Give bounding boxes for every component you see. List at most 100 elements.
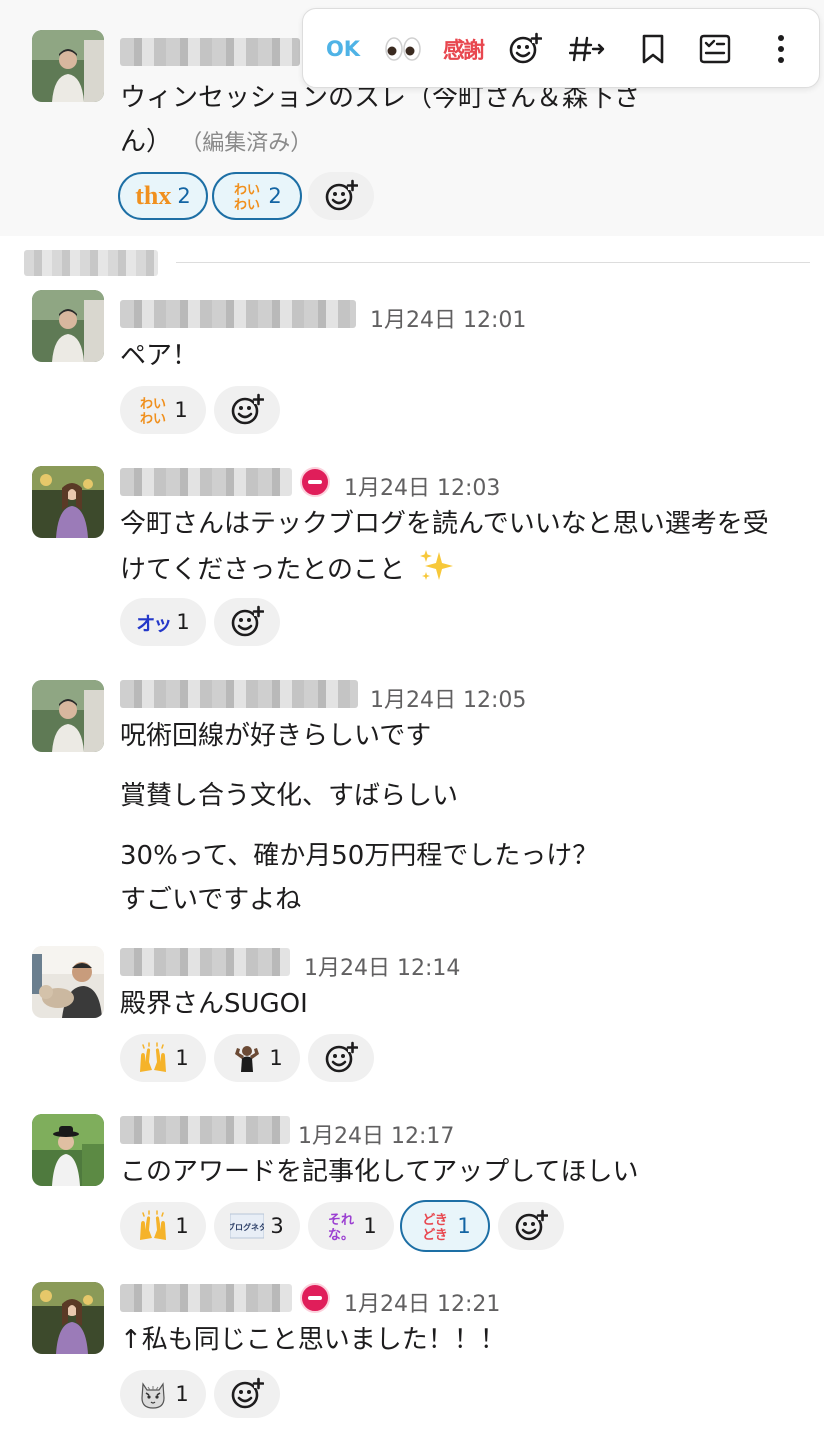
timestamp[interactable]: 1月24日 12:14 xyxy=(304,950,460,982)
avatar[interactable] xyxy=(32,1114,104,1186)
reply-in-channel-button[interactable] xyxy=(561,23,613,75)
add-reaction-button[interactable] xyxy=(214,598,280,646)
sender-name-blurred[interactable] xyxy=(120,680,358,708)
add-reaction-button[interactable] xyxy=(498,1202,564,1250)
cat-emoji xyxy=(141,1382,165,1409)
do-not-disturb-icon xyxy=(300,1283,330,1313)
reaction-count: 1 xyxy=(457,1214,471,1238)
message-text: ↑私も同じこと思いました！！！ xyxy=(120,1325,506,1355)
add-reaction-icon xyxy=(231,1377,264,1409)
message-actions-toolbar: OK 感謝 xyxy=(302,8,820,88)
avatar[interactable] xyxy=(32,290,104,362)
date-divider-label-blurred xyxy=(24,250,158,276)
add-task-icon xyxy=(699,34,731,64)
svg-text:わい: わい xyxy=(234,183,260,198)
message-text-line-1: 呪術回線が好きらしいです xyxy=(120,721,432,751)
timestamp[interactable]: 1月24日 12:03 xyxy=(344,470,500,502)
edited-label: （編集済み） xyxy=(180,131,313,156)
avatar-man-icon xyxy=(32,290,104,362)
waiwai-emoji-glyph: わい わい xyxy=(140,397,166,426)
waiwai-emoji: わい わい xyxy=(232,180,262,212)
avatar[interactable] xyxy=(32,30,104,102)
avatar-woman-icon xyxy=(32,1282,104,1354)
svg-text:な。: な。 xyxy=(328,1228,354,1242)
add-reaction-button[interactable] xyxy=(214,386,280,434)
svg-text:わい: わい xyxy=(140,397,166,412)
reaction-otsu[interactable]: オッ 1 xyxy=(120,598,206,646)
eyes-emoji xyxy=(385,37,421,61)
timestamp[interactable]: 1月24日 12:17 xyxy=(298,1118,454,1150)
message-text-line-2: けてくださったとのこと xyxy=(120,546,457,592)
sender-name-blurred[interactable] xyxy=(120,300,356,328)
svg-text:ブログネタ: ブログネタ xyxy=(230,1222,264,1232)
reaction-sorena[interactable]: それ な。 1 xyxy=(308,1202,394,1250)
svg-text:わい: わい xyxy=(234,198,260,212)
add-reaction-button[interactable] xyxy=(214,1370,280,1418)
reaction-raised-hands[interactable]: 1 xyxy=(120,1202,206,1250)
timestamp[interactable]: 1月24日 12:05 xyxy=(370,682,526,714)
bookmark-icon xyxy=(642,34,664,64)
add-reaction-icon xyxy=(325,1041,358,1073)
sender-name-blurred[interactable] xyxy=(120,468,292,496)
sender-name-blurred[interactable] xyxy=(120,38,300,66)
avatar[interactable] xyxy=(32,466,104,538)
reaction-dokidoki[interactable]: どき どき 1 xyxy=(400,1200,490,1252)
message-text-line-4: すごいですよね xyxy=(120,885,302,915)
message-text: 殿界さんSUGOI xyxy=(120,989,308,1019)
add-task-button[interactable] xyxy=(689,23,741,75)
sparkles-emoji xyxy=(420,550,454,580)
bookmark-button[interactable] xyxy=(627,23,679,75)
reaction-blog-neta[interactable]: ブログネタ 3 xyxy=(214,1202,300,1250)
dokidoki-emoji: どき どき xyxy=(423,1213,449,1242)
reaction-waiwai[interactable]: わい わい 1 xyxy=(120,386,206,434)
avatar-man-icon xyxy=(32,680,104,752)
reaction-count: 2 xyxy=(177,184,191,208)
reaction-waiwai[interactable]: わい わい 2 xyxy=(212,172,302,220)
reaction-count: 1 xyxy=(175,1046,189,1070)
avatar[interactable] xyxy=(32,1282,104,1354)
add-reaction-toolbar-button[interactable] xyxy=(499,23,551,75)
more-actions-button[interactable] xyxy=(755,23,807,75)
ok-reaction-button[interactable]: OK xyxy=(317,23,369,75)
sorena-emoji: それ な。 xyxy=(328,1213,354,1242)
thx-emoji: thx xyxy=(135,181,172,210)
message-text-line-2: ん） （編集済み） xyxy=(120,120,312,166)
reaction-count: 3 xyxy=(270,1214,284,1238)
reaction-thx[interactable]: thx 2 xyxy=(118,172,208,220)
avatar-woman-icon xyxy=(32,466,104,538)
svg-text:どき: どき xyxy=(423,1228,449,1242)
svg-text:わい: わい xyxy=(140,412,166,426)
reaction-count: 2 xyxy=(268,184,282,208)
date-divider-line xyxy=(176,262,810,263)
message-text-line-2-content: ん） xyxy=(120,127,173,157)
reaction-raised-hands[interactable]: 1 xyxy=(120,1034,206,1082)
svg-text:それ: それ xyxy=(328,1213,354,1228)
sender-name-blurred[interactable] xyxy=(120,1284,292,1312)
ok-emoji: OK xyxy=(325,37,361,61)
add-reaction-icon xyxy=(231,393,264,425)
timestamp[interactable]: 1月24日 12:01 xyxy=(370,302,526,334)
message-text-line-2: 賞賛し合う文化、すばらしい xyxy=(120,781,459,811)
reaction-flexing-man[interactable]: 1 xyxy=(214,1034,300,1082)
sender-name-blurred[interactable] xyxy=(120,1116,290,1144)
avatar-man-with-dog-icon xyxy=(32,946,104,1018)
message-text: このアワードを記事化してアップしてほしい xyxy=(120,1157,639,1187)
avatar[interactable] xyxy=(32,946,104,1018)
add-reaction-button[interactable] xyxy=(308,172,374,220)
do-not-disturb-icon xyxy=(300,467,330,497)
avatar[interactable] xyxy=(32,680,104,752)
blog-neta-emoji: ブログネタ xyxy=(230,1213,265,1239)
kansha-emoji: 感謝 xyxy=(442,39,485,64)
message-text-line-2-content: けてくださったとのこと xyxy=(120,555,405,585)
svg-text:どき: どき xyxy=(423,1213,449,1228)
sender-name-blurred[interactable] xyxy=(120,948,290,976)
waiwai-emoji-glyph: わい わい xyxy=(234,183,260,212)
reaction-cat[interactable]: 1 xyxy=(120,1370,206,1418)
reaction-count: 1 xyxy=(174,398,188,422)
kansha-reaction-button[interactable]: 感謝 xyxy=(437,23,489,75)
add-reaction-button[interactable] xyxy=(308,1034,374,1082)
timestamp[interactable]: 1月24日 12:21 xyxy=(344,1286,500,1318)
reaction-count: 1 xyxy=(176,610,190,634)
add-reaction-icon xyxy=(509,32,542,64)
eyes-reaction-button[interactable] xyxy=(377,23,429,75)
